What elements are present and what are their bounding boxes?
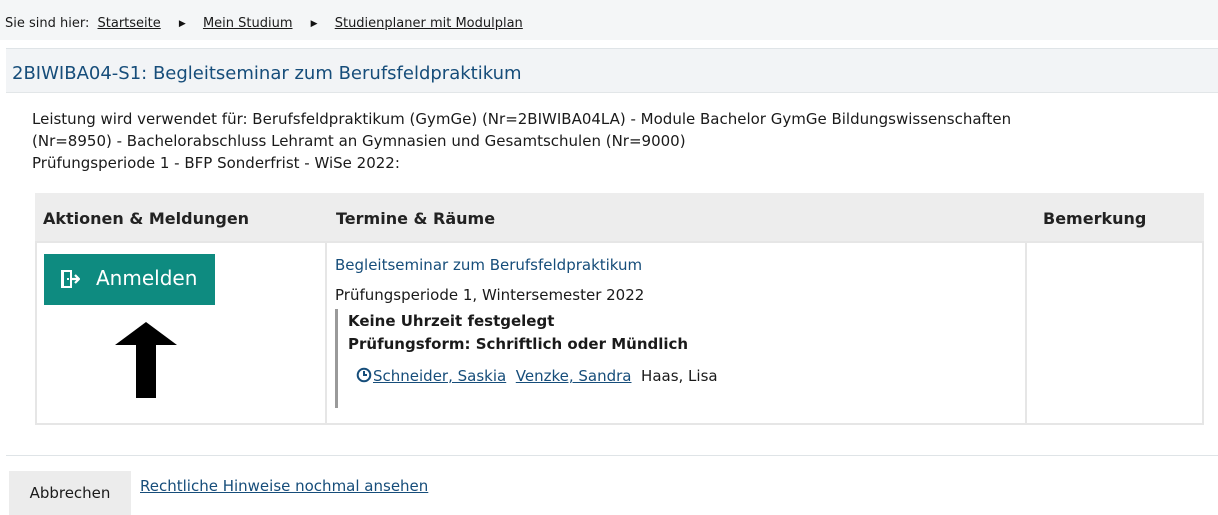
column-header-dates: Termine & Räume	[336, 209, 496, 228]
triangle-right-icon: ▶	[178, 19, 186, 29]
actions-cell: Anmelden	[37, 243, 325, 423]
exam-form: Prüfungsform: Schriftlich oder Mündlich	[348, 335, 689, 353]
table-row: Anmelden Begleitseminar zum Berufsfeldpr…	[35, 241, 1204, 425]
event-title: Begleitseminar zum Berufsfeldpraktikum	[335, 256, 643, 274]
event-details: Keine Uhrzeit festgelegt Prüfungsform: S…	[335, 309, 718, 408]
breadcrumb: Sie sind hier: Startseite ▶ Mein Studium…	[0, 0, 1218, 40]
exam-table: Aktionen & Meldungen Termine & Räume Bem…	[35, 193, 1204, 425]
page-title: 2BIWIBA04-S1: Begleitseminar zum Berufsf…	[12, 63, 522, 84]
examiner-name: Haas, Lisa	[641, 367, 718, 385]
breadcrumb-prefix: Sie sind hier:	[5, 16, 90, 31]
event-period: Prüfungsperiode 1, Wintersemester 2022	[335, 286, 645, 304]
breadcrumb-item-studienplaner[interactable]: Studienplaner mit Modulplan	[335, 16, 523, 31]
examiner-link[interactable]: Schneider, Saskia	[373, 367, 506, 385]
legal-notice-link[interactable]: Rechtliche Hinweise nochmal ansehen	[140, 477, 428, 495]
table-header: Aktionen & Meldungen Termine & Räume Bem…	[35, 193, 1204, 241]
register-button[interactable]: Anmelden	[44, 254, 215, 305]
cancel-button[interactable]: Abbrechen	[9, 471, 131, 515]
module-panel: 2BIWIBA04-S1: Begleitseminar zum Berufsf…	[6, 48, 1218, 456]
examiner-list: Schneider, Saskia Venzke, Sandra Haas, L…	[356, 367, 718, 385]
column-header-remark: Bemerkung	[1043, 209, 1147, 228]
door-enter-icon	[61, 270, 80, 288]
register-button-label: Anmelden	[96, 266, 198, 290]
dates-cell: Begleitseminar zum Berufsfeldpraktikum P…	[327, 243, 1025, 423]
info-line-usage: Leistung wird verwendet für: Berufsfeldp…	[32, 110, 1012, 128]
info-line-degree: (Nr=8950) - Bachelorabschluss Lehramt an…	[32, 132, 686, 150]
column-header-actions: Aktionen & Meldungen	[43, 209, 250, 228]
clock-icon	[356, 367, 372, 383]
breadcrumb-item-mein-studium[interactable]: Mein Studium	[203, 16, 293, 31]
remark-cell	[1027, 243, 1202, 423]
arrow-up-icon	[115, 322, 177, 398]
event-time: Keine Uhrzeit festgelegt	[348, 312, 555, 330]
panel-header: 2BIWIBA04-S1: Begleitseminar zum Berufsf…	[6, 49, 1218, 93]
module-info: Leistung wird verwendet für: Berufsfeldp…	[32, 108, 1202, 174]
triangle-right-icon: ▶	[310, 19, 318, 29]
info-line-period: Prüfungsperiode 1 - BFP Sonderfrist - Wi…	[32, 154, 400, 172]
breadcrumb-item-startseite[interactable]: Startseite	[98, 16, 161, 31]
examiner-link[interactable]: Venzke, Sandra	[516, 367, 632, 385]
